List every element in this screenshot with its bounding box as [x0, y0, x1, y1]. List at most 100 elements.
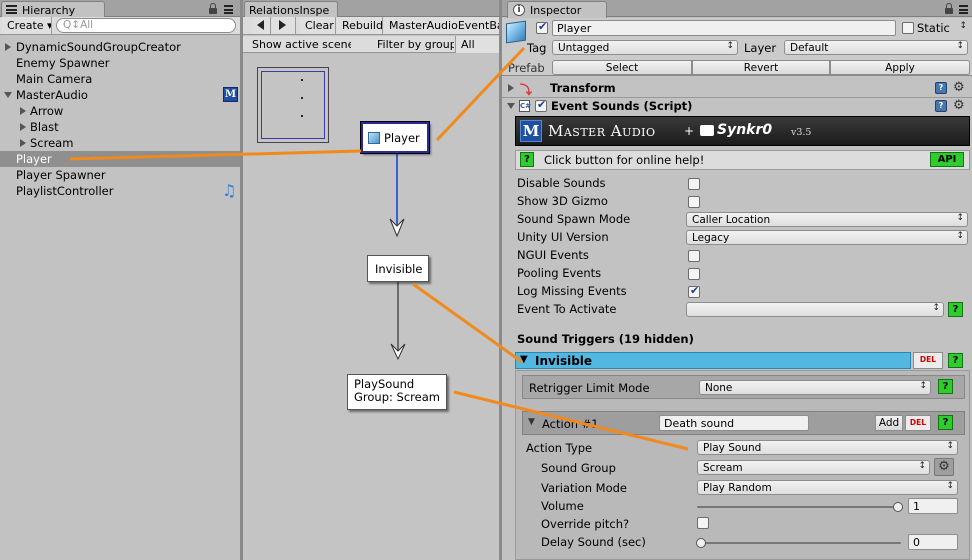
filter-by-group-button[interactable]: Filter by group [372, 36, 454, 53]
retrigger-limit-mode-dropdown[interactable]: None [699, 380, 931, 395]
lock-icon[interactable] [209, 3, 217, 14]
add-action-button[interactable]: Add [875, 415, 903, 431]
clear-button[interactable]: Clear [300, 17, 336, 34]
show-3d-gizmo-checkbox[interactable] [688, 196, 700, 208]
delay-slider-thumb[interactable] [696, 538, 706, 548]
relations-tab[interactable]: RelationsInspe [244, 1, 338, 18]
layer-dropdown[interactable]: Default [784, 40, 968, 55]
script-label: Event Sounds (Script) [551, 99, 693, 113]
hierarchy-item-arrow[interactable]: Arrow [0, 103, 240, 119]
graph-node-playsound[interactable]: PlaySound Group: Scream [347, 374, 447, 410]
transform-component-header[interactable]: ⤵ Transform ? ⚙ [502, 80, 972, 98]
trigger-delete-button[interactable]: DEL [913, 352, 943, 369]
tag-dropdown[interactable]: Untagged [552, 40, 738, 55]
api-button[interactable]: API [930, 152, 964, 167]
fold-arrow-icon[interactable] [507, 103, 515, 109]
field-label-log-missing-events: Log Missing Events [517, 284, 627, 298]
help-book-icon[interactable]: ? [935, 100, 947, 112]
graph-canvas[interactable]: Player Invisible PlaySound Group: Scream [243, 54, 499, 560]
volume-value-field[interactable]: 1 [908, 498, 958, 514]
create-button[interactable]: Create ▾ [2, 17, 52, 34]
sound-spawn-mode-dropdown[interactable]: Caller Location [686, 212, 968, 227]
event-help-button[interactable]: ? [948, 302, 963, 317]
fold-arrow-icon[interactable] [20, 123, 26, 131]
filter-all-dropdown[interactable]: All [455, 36, 499, 53]
field-label-ngui-events: NGUI Events [517, 248, 589, 262]
log-missing-events-checkbox[interactable] [688, 284, 700, 298]
banner-version: v3.5 [791, 127, 812, 138]
sound-group-label: Sound Group [541, 461, 616, 475]
fold-arrow-icon[interactable] [5, 43, 11, 51]
inspector-tab[interactable]: i Inspector [507, 1, 607, 18]
fold-arrow-icon[interactable] [508, 84, 514, 92]
show-active-scene-button[interactable]: Show active scene [247, 36, 351, 53]
hierarchy-item-enemy-spawner[interactable]: Enemy Spawner [0, 55, 240, 71]
hierarchy-item-master-audio[interactable]: MasterAudio M [0, 87, 240, 103]
rebuild-button[interactable]: Rebuild [337, 17, 383, 34]
hierarchy-item-label: DynamicSoundGroupCreator [16, 40, 181, 54]
fold-arrow-icon[interactable] [20, 139, 26, 147]
forward-button[interactable] [272, 17, 296, 34]
trigger-help-button[interactable]: ? [948, 353, 963, 368]
sound-group-dropdown[interactable]: Scream [697, 460, 930, 475]
action-help-button[interactable]: ? [938, 415, 953, 430]
hierarchy-tab[interactable]: Hierarchy [1, 1, 105, 18]
event-to-activate-dropdown[interactable] [686, 302, 944, 317]
pooling-events-checkbox[interactable] [688, 268, 700, 280]
hierarchy-item-label: Scream [30, 136, 74, 150]
fold-arrow-icon[interactable] [20, 107, 26, 115]
hierarchy-menu-icon [6, 5, 17, 14]
unity-ui-version-dropdown[interactable]: Legacy [686, 230, 968, 245]
panel-menu-icon[interactable] [959, 5, 968, 14]
hierarchy-item-scream[interactable]: Scream [0, 135, 240, 151]
help-text: Click button for online help! [544, 153, 705, 167]
retrigger-help-button[interactable]: ? [938, 379, 953, 394]
hierarchy-search-input[interactable]: Q↕All [56, 18, 236, 33]
retrigger-row: Retrigger Limit Mode None ? [522, 375, 965, 399]
disable-sounds-checkbox[interactable] [688, 178, 700, 190]
action-header[interactable]: ▼ Action #1 Death sound Add DEL ? [522, 411, 965, 435]
action-delete-button[interactable]: DEL [905, 415, 931, 431]
field-label-disable-sounds: Disable Sounds [517, 176, 606, 190]
variation-mode-dropdown[interactable]: Play Random [697, 480, 958, 495]
override-pitch-checkbox[interactable] [697, 517, 709, 529]
fold-arrow-icon[interactable] [4, 92, 12, 98]
panel-menu-icon[interactable] [224, 5, 233, 14]
hierarchy-item-player[interactable]: Player [0, 151, 240, 167]
static-dropdown[interactable] [954, 21, 970, 36]
help-question-button[interactable]: ? [520, 152, 534, 167]
event-sounds-component-header[interactable]: C# Event Sounds (Script) ? ⚙ [502, 98, 972, 115]
back-button[interactable] [253, 17, 271, 34]
action-type-dropdown[interactable]: Play Sound [697, 440, 958, 455]
trigger-header-invisible[interactable]: ▼ Invisible [515, 352, 911, 369]
sound-group-settings-button[interactable]: ⚙ [934, 458, 954, 476]
hierarchy-item-playlist-controller[interactable]: PlaylistController ♫ [0, 181, 240, 200]
volume-slider-track[interactable] [697, 506, 901, 508]
hierarchy-item-main-camera[interactable]: Main Camera [0, 71, 240, 87]
volume-slider-thumb[interactable] [893, 502, 903, 512]
lock-icon[interactable] [945, 3, 953, 14]
gear-icon[interactable]: ⚙ [953, 81, 965, 94]
help-book-icon[interactable]: ? [935, 82, 947, 94]
panel-splitter[interactable] [240, 0, 243, 560]
action-name-field[interactable]: Death sound [659, 415, 809, 431]
ngui-events-checkbox[interactable] [688, 250, 700, 262]
hierarchy-item-player-spawner[interactable]: Player Spawner [0, 167, 240, 183]
graph-node-player[interactable]: Player [360, 121, 430, 154]
hierarchy-toolbar: Create ▾ Q↕All [0, 17, 240, 35]
hierarchy-item-blast[interactable]: Blast [0, 119, 240, 135]
delay-slider-track[interactable] [697, 542, 901, 544]
delay-value-field[interactable]: 0 [908, 534, 958, 550]
hierarchy-item-dynamic-sound-group-creator[interactable]: DynamicSoundGroupCreator [0, 39, 240, 55]
panel-splitter[interactable] [499, 0, 502, 560]
object-active-checkbox[interactable] [536, 20, 548, 34]
graph-node-invisible[interactable]: Invisible [367, 255, 429, 282]
object-name-field[interactable]: Player [552, 20, 896, 36]
prefab-apply-button[interactable]: Apply [830, 60, 970, 75]
static-checkbox[interactable] [902, 22, 914, 34]
prefab-select-button[interactable]: Select [552, 60, 692, 75]
master-audio-event-backend-button[interactable]: MasterAudioEventBa [384, 17, 499, 34]
script-enabled-checkbox[interactable] [535, 98, 547, 112]
gear-icon[interactable]: ⚙ [953, 99, 965, 112]
prefab-revert-button[interactable]: Revert [692, 60, 830, 75]
